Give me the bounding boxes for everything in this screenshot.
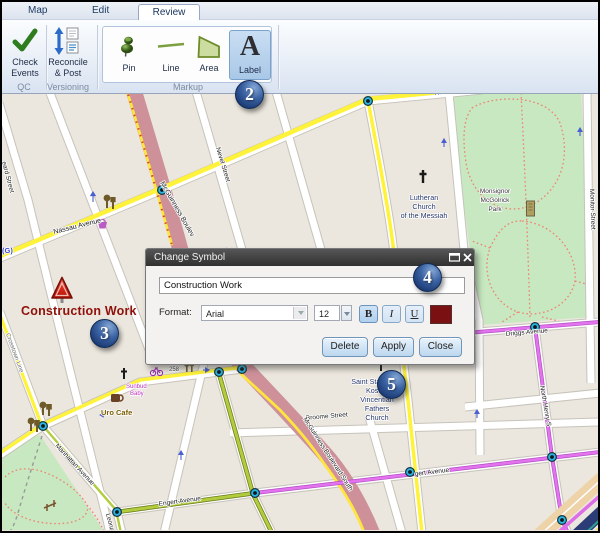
svg-text:Church: Church xyxy=(365,413,388,422)
svg-text:Fathers: Fathers xyxy=(365,404,390,413)
svg-text:Monsignor: Monsignor xyxy=(480,188,511,195)
svg-text:Church: Church xyxy=(412,202,435,211)
svg-text:Park: Park xyxy=(488,206,502,213)
svg-text:(G): (G) xyxy=(2,246,13,255)
svg-text:of the Messiah: of the Messiah xyxy=(401,211,448,220)
svg-text:Monitor Street: Monitor Street xyxy=(588,189,596,230)
svg-text:Uro Cafe: Uro Cafe xyxy=(101,408,132,417)
svg-text:McGolrick: McGolrick xyxy=(481,197,511,204)
svg-text:Lutheran: Lutheran xyxy=(410,193,438,202)
svg-text:Baby: Baby xyxy=(130,391,144,397)
svg-text:258: 258 xyxy=(169,367,180,373)
svg-text:Construction Work: Construction Work xyxy=(21,304,137,318)
svg-text:Sunbud: Sunbud xyxy=(126,384,147,390)
